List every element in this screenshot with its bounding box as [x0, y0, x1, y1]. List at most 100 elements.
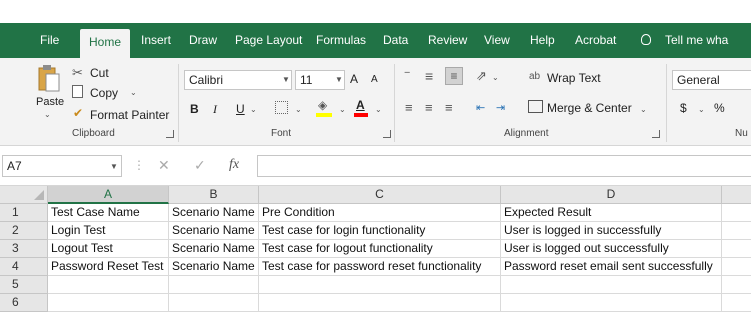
borders-icon[interactable]: [275, 101, 288, 114]
wrap-text-button[interactable]: Wrap Text: [547, 71, 601, 85]
copy-button[interactable]: Copy: [90, 86, 118, 100]
cell-d4[interactable]: Password reset email sent successfully: [501, 258, 722, 276]
cell-e6[interactable]: [722, 294, 751, 312]
font-size-chevron-icon[interactable]: ▼: [335, 75, 343, 84]
insert-function-icon[interactable]: fx: [229, 157, 239, 173]
currency-format-button[interactable]: $: [680, 101, 687, 115]
row-header-5[interactable]: 5: [0, 276, 48, 294]
align-top-icon[interactable]: ‾: [405, 70, 409, 85]
clipboard-launcher-icon[interactable]: [166, 130, 174, 138]
borders-chevron-icon[interactable]: ⌄: [295, 105, 302, 114]
alignment-launcher-icon[interactable]: [652, 130, 660, 138]
currency-chevron-icon[interactable]: ⌄: [698, 105, 705, 114]
name-box-chevron-icon[interactable]: ▼: [110, 162, 118, 171]
cell-c5[interactable]: [259, 276, 501, 294]
copy-dropdown-chevron-icon[interactable]: ⌄: [130, 88, 137, 97]
tab-draw[interactable]: Draw: [189, 23, 217, 58]
tab-help[interactable]: Help: [530, 23, 555, 58]
cell-e3[interactable]: [722, 240, 751, 258]
column-header-b[interactable]: B: [169, 186, 259, 204]
cell-d1[interactable]: Expected Result: [501, 204, 722, 222]
row-header-4[interactable]: 4: [0, 258, 48, 276]
decrease-indent-icon[interactable]: ⇤: [476, 101, 485, 114]
cell-b3[interactable]: Scenario Name: [169, 240, 259, 258]
cell-b5[interactable]: [169, 276, 259, 294]
cell-a4[interactable]: Password Reset Test: [48, 258, 169, 276]
cell-c3[interactable]: Test case for logout functionality: [259, 240, 501, 258]
merge-center-chevron-icon[interactable]: ⌄: [640, 105, 647, 114]
cell-b1[interactable]: Scenario Name: [169, 204, 259, 222]
cell-a1[interactable]: Test Case Name: [48, 204, 169, 222]
align-left-icon[interactable]: ≡: [405, 100, 413, 115]
lightbulb-icon[interactable]: [641, 34, 651, 45]
column-header-c[interactable]: C: [259, 186, 501, 204]
underline-chevron-icon[interactable]: ⌄: [250, 105, 257, 114]
name-box[interactable]: A7: [2, 155, 122, 177]
cell-b2[interactable]: Scenario Name: [169, 222, 259, 240]
tell-me-search[interactable]: Tell me wha: [665, 23, 728, 58]
tab-acrobat[interactable]: Acrobat: [575, 23, 616, 58]
tab-data[interactable]: Data: [383, 23, 408, 58]
row-header-2[interactable]: 2: [0, 222, 48, 240]
format-painter-button[interactable]: Format Painter: [90, 108, 169, 122]
paste-dropdown-chevron-icon[interactable]: ⌄: [44, 110, 51, 119]
enter-check-icon[interactable]: ✓: [194, 157, 206, 174]
tab-home[interactable]: Home: [80, 29, 131, 58]
bold-button[interactable]: B: [190, 102, 199, 116]
percent-format-button[interactable]: %: [714, 101, 725, 115]
cell-c1[interactable]: Pre Condition: [259, 204, 501, 222]
cell-d5[interactable]: [501, 276, 722, 294]
orientation-icon[interactable]: ⇗: [476, 68, 487, 84]
fill-color-chevron-icon[interactable]: ⌄: [339, 105, 346, 114]
cell-d3[interactable]: User is logged out successfully: [501, 240, 722, 258]
cancel-icon[interactable]: ✕: [158, 157, 170, 174]
select-all-corner[interactable]: [0, 186, 48, 204]
increase-font-size-button[interactable]: A: [350, 72, 358, 86]
cell-d6[interactable]: [501, 294, 722, 312]
cell-c2[interactable]: Test case for login functionality: [259, 222, 501, 240]
cell-e5[interactable]: [722, 276, 751, 294]
orientation-chevron-icon[interactable]: ⌄: [492, 73, 499, 82]
font-name-select[interactable]: Calibri: [184, 70, 292, 90]
tab-view[interactable]: View: [484, 23, 510, 58]
tab-formulas[interactable]: Formulas: [316, 23, 366, 58]
cell-e4[interactable]: [722, 258, 751, 276]
cell-b6[interactable]: [169, 294, 259, 312]
align-center-icon[interactable]: ≡: [425, 100, 433, 115]
cell-d2[interactable]: User is logged in successfully: [501, 222, 722, 240]
paste-button[interactable]: Paste: [36, 96, 64, 108]
number-format-select[interactable]: General: [672, 70, 751, 90]
tab-page-layout[interactable]: Page Layout: [235, 23, 302, 58]
column-header-next[interactable]: [722, 186, 751, 204]
underline-button[interactable]: U: [236, 102, 245, 116]
cell-a6[interactable]: [48, 294, 169, 312]
column-header-d[interactable]: D: [501, 186, 722, 204]
align-right-icon[interactable]: ≡: [445, 100, 453, 115]
cell-a2[interactable]: Login Test: [48, 222, 169, 240]
font-name-chevron-icon[interactable]: ▼: [282, 75, 290, 84]
decrease-font-size-button[interactable]: A: [371, 74, 378, 85]
cell-c4[interactable]: Test case for password reset functionali…: [259, 258, 501, 276]
formula-input[interactable]: [257, 155, 751, 177]
font-color-chevron-icon[interactable]: ⌄: [375, 105, 382, 114]
fill-color-bucket-icon[interactable]: ◈: [318, 98, 327, 112]
cut-button[interactable]: Cut: [90, 66, 109, 80]
paste-icon[interactable]: [38, 64, 60, 94]
tab-review[interactable]: Review: [428, 23, 467, 58]
row-header-3[interactable]: 3: [0, 240, 48, 258]
italic-button[interactable]: I: [213, 102, 217, 117]
merge-center-button[interactable]: Merge & Center: [547, 101, 632, 115]
cell-a3[interactable]: Logout Test: [48, 240, 169, 258]
cell-e2[interactable]: [722, 222, 751, 240]
row-header-1[interactable]: 1: [0, 204, 48, 222]
font-launcher-icon[interactable]: [383, 130, 391, 138]
row-header-6[interactable]: 6: [0, 294, 48, 312]
cell-a5[interactable]: [48, 276, 169, 294]
cell-e1[interactable]: [722, 204, 751, 222]
font-color-button[interactable]: A: [356, 98, 365, 112]
cell-b4[interactable]: Scenario Name: [169, 258, 259, 276]
tab-insert[interactable]: Insert: [141, 23, 171, 58]
tab-file[interactable]: File: [40, 23, 59, 58]
align-middle-icon[interactable]: ≡: [425, 68, 433, 84]
increase-indent-icon[interactable]: ⇥: [496, 101, 505, 114]
